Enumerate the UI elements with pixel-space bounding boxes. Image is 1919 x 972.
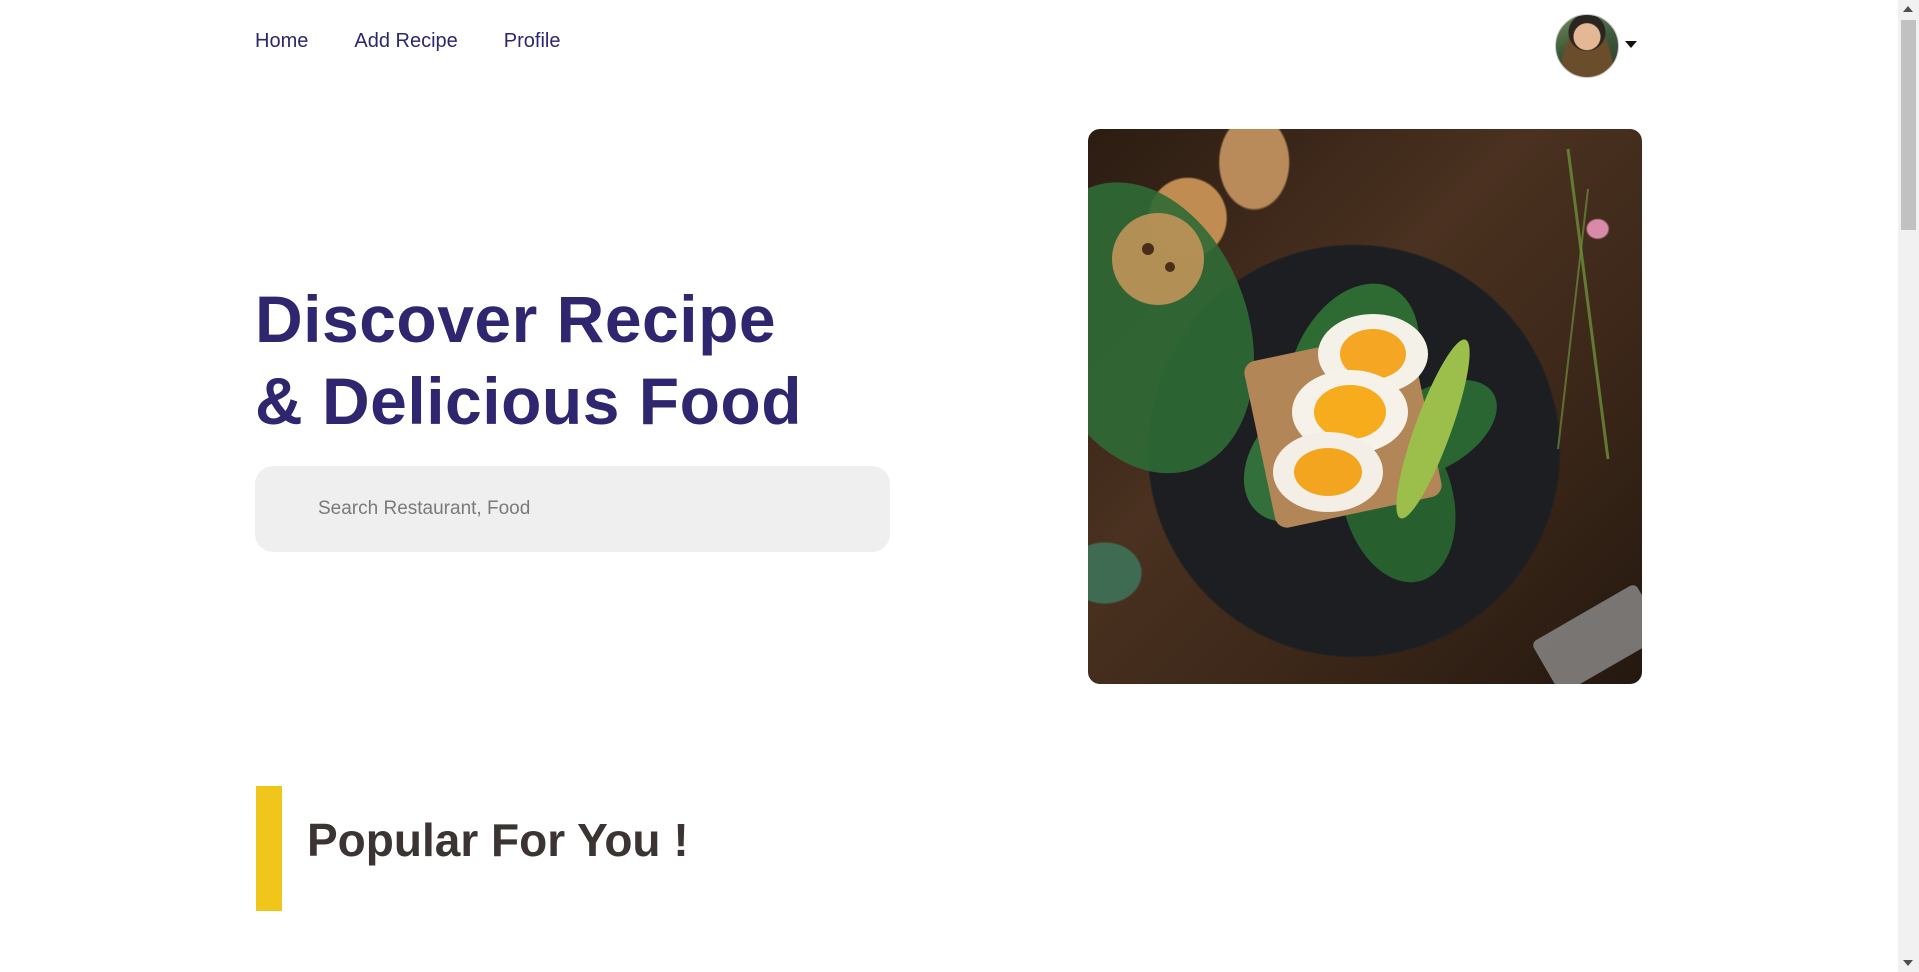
scroll-up-arrow-icon[interactable] — [1903, 6, 1913, 12]
section-title: Popular For You ! — [307, 814, 689, 866]
scroll-thumb[interactable] — [1901, 20, 1916, 230]
scroll-down-arrow-icon[interactable] — [1903, 960, 1913, 966]
top-nav: Home Add Recipe Profile — [255, 30, 560, 53]
food-illustration — [1088, 148, 1642, 684]
hero-food-image — [1088, 129, 1642, 684]
page: Home Add Recipe Profile Discover Recipe … — [0, 0, 1919, 972]
nav-profile-link[interactable]: Profile — [504, 30, 561, 53]
section-accent-bar — [256, 786, 282, 911]
caret-down-icon[interactable] — [1625, 40, 1637, 48]
nav-home-link[interactable]: Home — [255, 30, 308, 53]
hero-title-line-1: Discover Recipe — [255, 282, 777, 356]
hero-title-line-2: & Delicious Food — [255, 364, 803, 438]
hero-title: Discover Recipe & Delicious Food — [255, 278, 802, 442]
search-input[interactable] — [255, 466, 890, 552]
user-menu-toggle[interactable] — [1555, 14, 1637, 78]
avatar[interactable] — [1555, 14, 1619, 78]
nav-add-recipe-link[interactable]: Add Recipe — [354, 30, 457, 53]
vertical-scrollbar[interactable] — [1898, 0, 1919, 972]
